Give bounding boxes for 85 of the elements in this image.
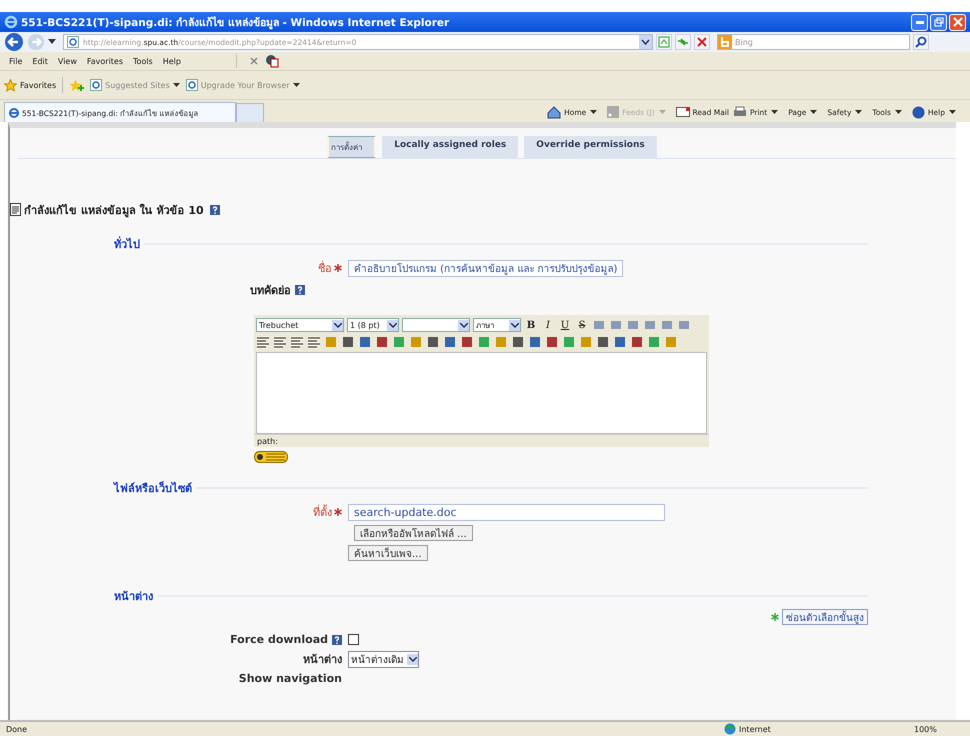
- page-tab[interactable]: Override permissions: [524, 136, 657, 158]
- font-select[interactable]: Trebuchet: [256, 318, 344, 332]
- dropdown-arrow-icon[interactable]: [48, 39, 56, 45]
- required-icon: [771, 613, 779, 621]
- align-left-icon[interactable]: [256, 335, 270, 349]
- language-select[interactable]: ภาษา: [473, 318, 521, 332]
- favorites-button[interactable]: Favorites: [4, 78, 56, 92]
- editor-path: path:: [254, 434, 709, 447]
- format-button[interactable]: U: [558, 320, 572, 330]
- location-field[interactable]: search-update.doc: [348, 504, 665, 520]
- force-download-checkbox[interactable]: [348, 634, 359, 645]
- dropdown-arrow-icon[interactable]: [590, 110, 598, 114]
- back-button[interactable]: [4, 32, 24, 52]
- required-icon: [334, 264, 342, 272]
- dropdown-arrow-icon[interactable]: [949, 110, 956, 114]
- dropdown-arrow-icon[interactable]: [894, 110, 902, 114]
- dropdown-arrow-icon[interactable]: [292, 82, 300, 88]
- section-legend: ทั่วไป: [110, 235, 144, 253]
- advanced-options-button[interactable]: ซ่อนตัวเลือกขั้นสูง: [782, 609, 868, 625]
- format-button[interactable]: S: [575, 320, 589, 330]
- ie-logo-icon: [8, 106, 20, 118]
- page-icon: [67, 36, 79, 48]
- zoom-level[interactable]: 100%: [914, 724, 964, 734]
- dropdown-arrow-icon[interactable]: [810, 110, 818, 114]
- close-icon: [952, 17, 962, 27]
- page-tab[interactable]: Locally assigned roles: [382, 136, 518, 158]
- field-label: หน้าต่าง: [303, 652, 342, 668]
- search-icon[interactable]: [913, 34, 929, 50]
- help-icon: [912, 106, 925, 118]
- section-legend: ไฟล์หรือเว็บไซต์: [110, 479, 196, 497]
- close-button[interactable]: [949, 14, 966, 30]
- help-icon[interactable]: [295, 285, 305, 295]
- field-label: Force download: [230, 633, 328, 646]
- help-icon[interactable]: [210, 205, 220, 215]
- file-button[interactable]: เลือกหรืออัพโหลดไฟล์ ...: [354, 525, 473, 541]
- dropdown-arrow-icon[interactable]: [172, 82, 180, 88]
- home-icon: [547, 106, 562, 118]
- window-select[interactable]: หน้าต่างเดิม: [348, 650, 419, 668]
- field-label: Show navigation: [238, 672, 342, 685]
- status-text: Done: [6, 724, 28, 734]
- dropdown-arrow-icon[interactable]: [855, 110, 862, 114]
- editor-help-button[interactable]: [254, 451, 288, 463]
- page-heading: กำลังแก้ไข แหล่งข้อมูล ใน หัวข้อ 10: [24, 202, 204, 219]
- pdf-icon[interactable]: [264, 54, 281, 68]
- minimize-icon: [916, 20, 924, 24]
- justify-icon[interactable]: [307, 335, 321, 349]
- bing-logo-icon: [718, 35, 732, 49]
- help-icon[interactable]: [332, 634, 342, 644]
- restore-icon: [934, 17, 944, 27]
- name-field[interactable]: คำอธิบายโปรแกรม (การค้นหาข้อมูล และ การปรับปรุงข้อมูล): [348, 260, 624, 276]
- mail-icon: [676, 107, 690, 117]
- feed-icon: [607, 106, 620, 118]
- window-title: 551-BCS221(T)-sipang.di: กำลังแก้ไข แหล่งข้อมูล - Windows Internet Explorer: [21, 15, 450, 30]
- menu-item[interactable]: View: [52, 56, 82, 66]
- size-select[interactable]: 1 (8 pt): [347, 318, 399, 332]
- page-tab[interactable]: การตั้งค่า: [327, 136, 376, 158]
- refresh-icon[interactable]: [675, 34, 691, 50]
- field-label: บทคัดย่อ: [250, 283, 291, 299]
- field-label: ที่ตั้ง: [313, 504, 332, 521]
- address-dropdown-icon[interactable]: [639, 35, 652, 49]
- align-center-icon[interactable]: [273, 335, 287, 349]
- star-icon: [4, 78, 17, 92]
- menu-item[interactable]: Edit: [27, 56, 53, 66]
- format-button[interactable]: I: [541, 320, 555, 330]
- required-icon: [334, 508, 342, 516]
- menu-item[interactable]: Help: [158, 56, 186, 66]
- file-button[interactable]: ค้นหาเว็บเพจ...: [348, 545, 428, 561]
- restore-button[interactable]: [930, 14, 947, 30]
- field-label: ชื่อ: [318, 260, 332, 277]
- globe-icon: [724, 723, 736, 735]
- menu-item[interactable]: Favorites: [82, 56, 128, 66]
- align-right-icon[interactable]: [290, 335, 304, 349]
- security-zone: Internet: [739, 724, 771, 734]
- menu-item[interactable]: Tools: [128, 56, 158, 66]
- printer-icon: [732, 106, 747, 118]
- format-button[interactable]: B: [524, 320, 538, 330]
- page-icon: [90, 79, 102, 91]
- menu-item[interactable]: File: [4, 56, 28, 66]
- close-icon[interactable]: [248, 56, 259, 66]
- ie-logo-icon: [4, 15, 18, 29]
- minimize-button[interactable]: [911, 14, 928, 30]
- section-legend: หน้าต่าง: [110, 587, 157, 605]
- stop-icon[interactable]: [694, 34, 710, 50]
- page-icon: [186, 79, 198, 91]
- dropdown-arrow-icon[interactable]: [771, 110, 778, 114]
